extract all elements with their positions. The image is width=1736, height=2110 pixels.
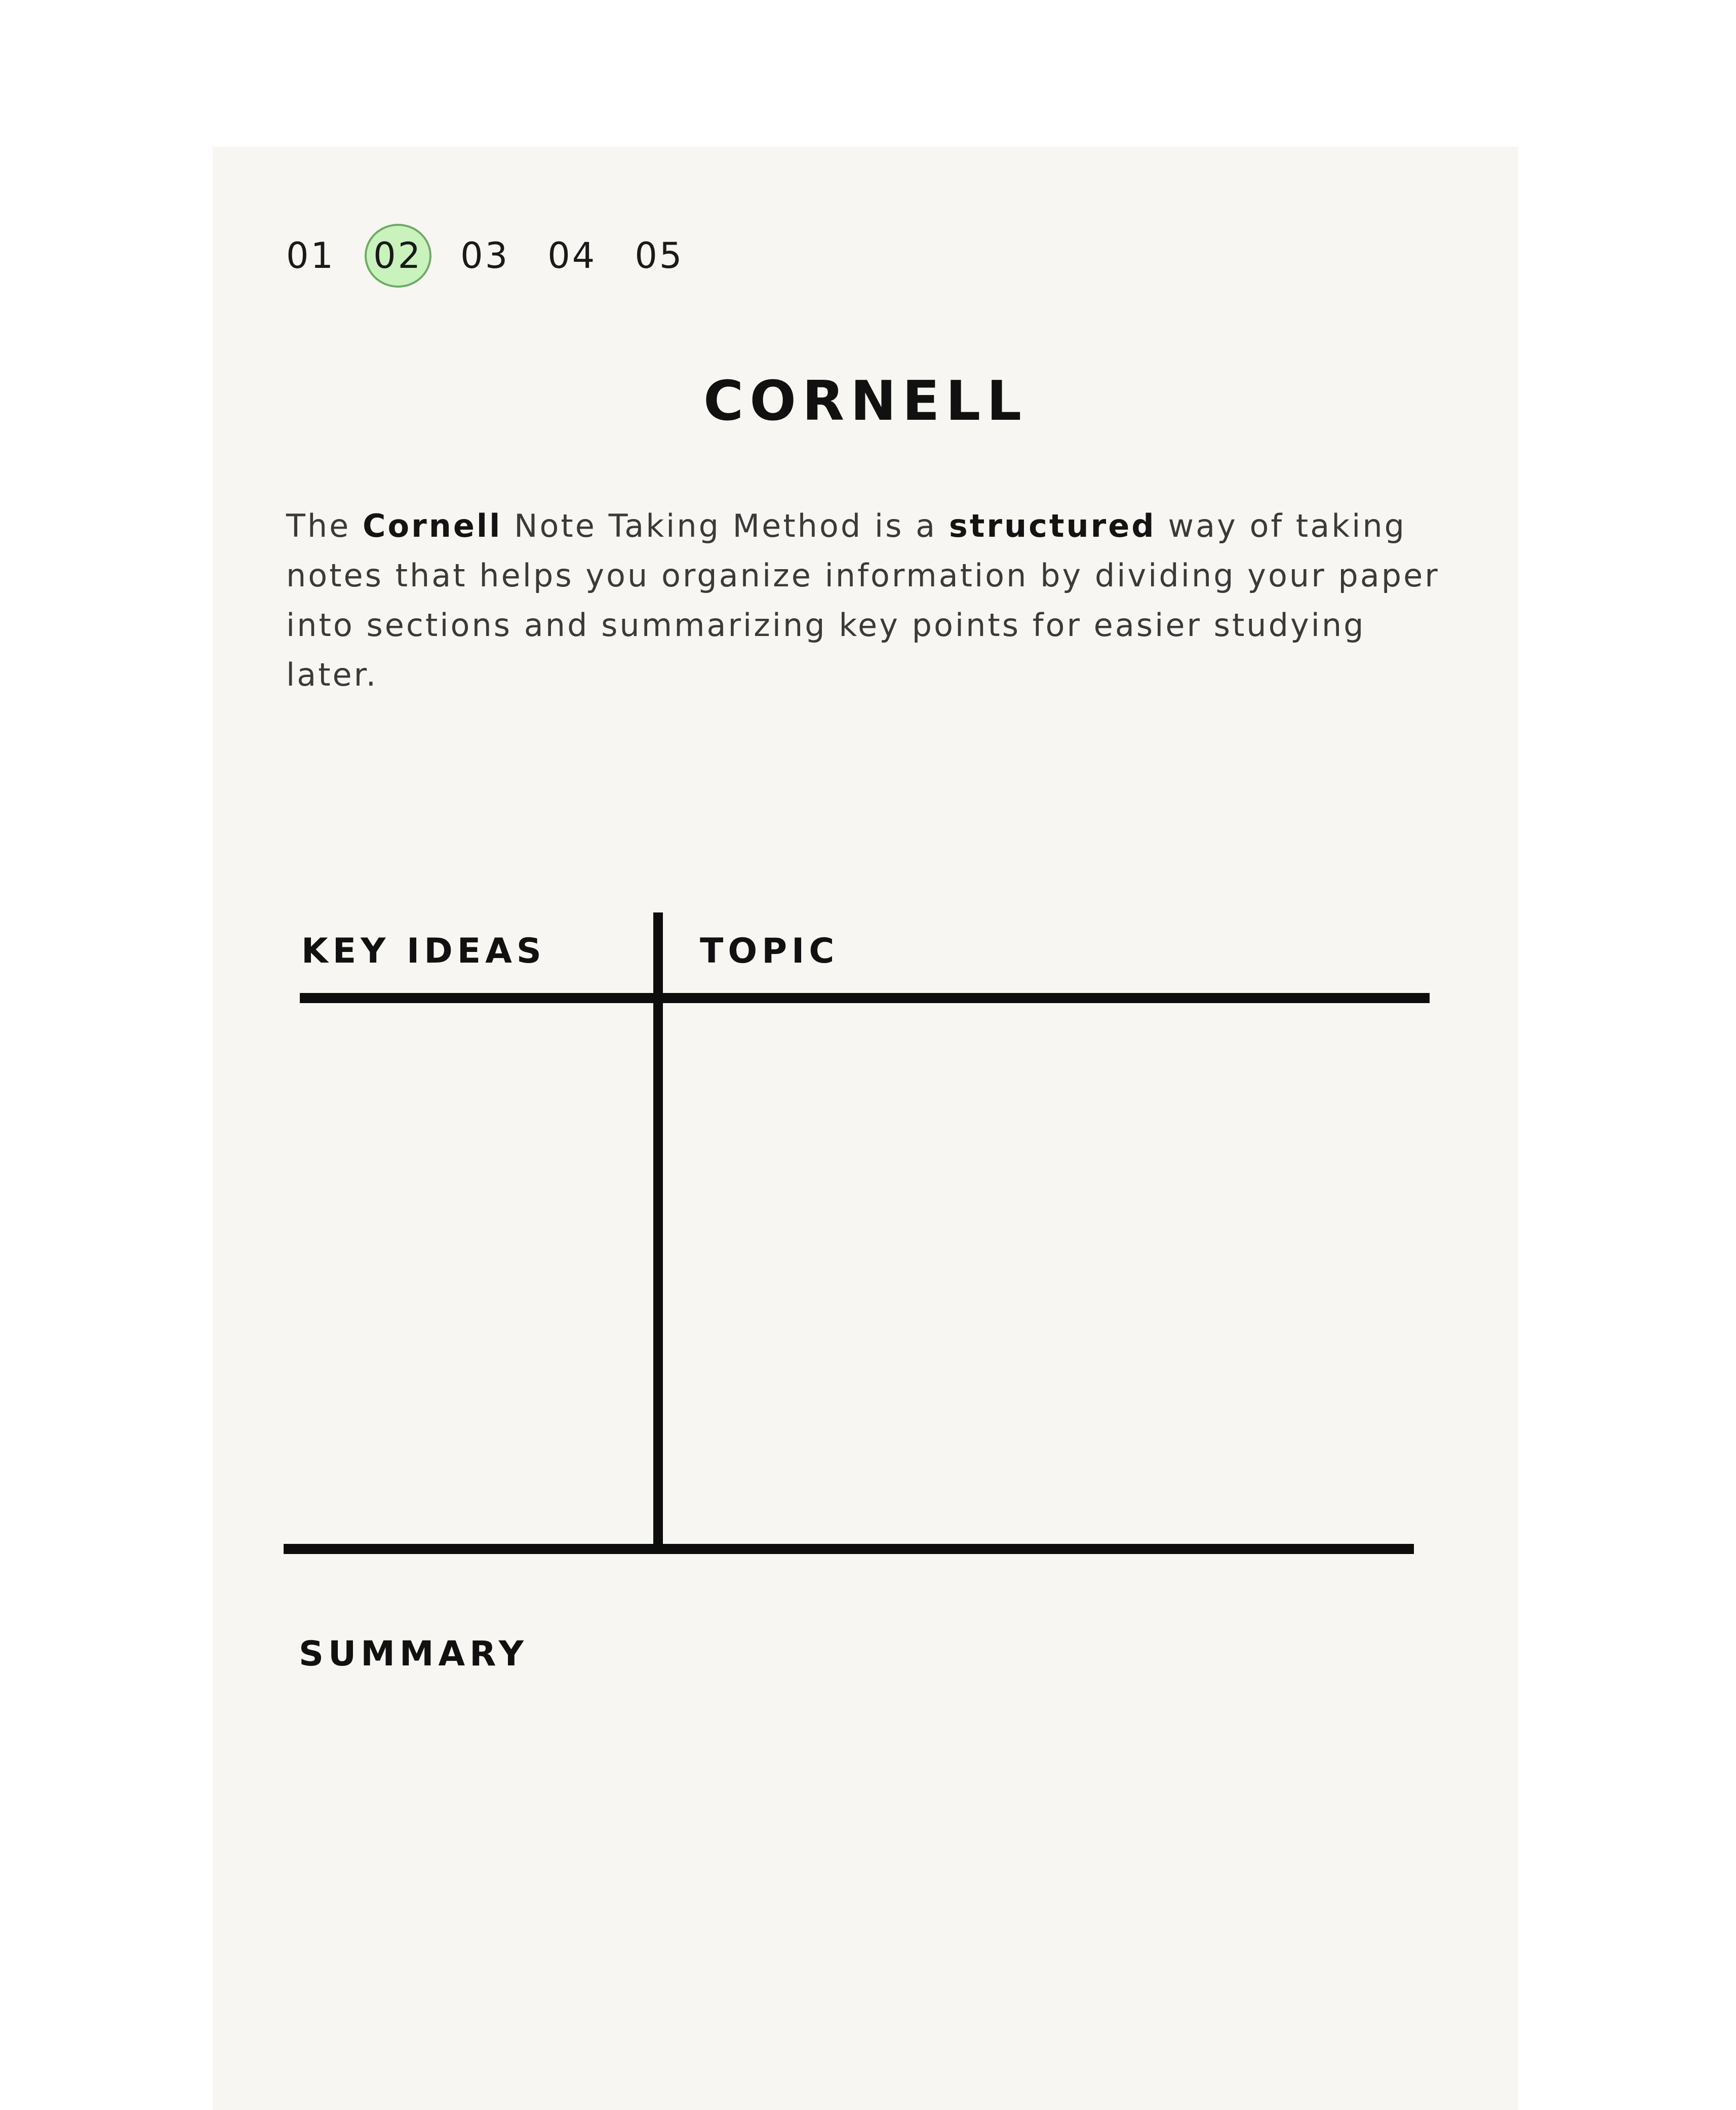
- desc-bold-cornell: Cornell: [363, 507, 502, 544]
- desc-bold-structured: structured: [949, 507, 1156, 544]
- page-pagination: 01 02 03 04 05: [286, 223, 722, 289]
- cornell-card: 01 02 03 04 05 CORNELL The Cornell Note …: [213, 147, 1518, 2110]
- page-link-01[interactable]: 01: [286, 238, 335, 273]
- page-link-03[interactable]: 03: [460, 238, 509, 273]
- page-link-02-active[interactable]: 02: [373, 238, 422, 273]
- method-description: The Cornell Note Taking Method is a stru…: [286, 501, 1466, 700]
- page-link-05[interactable]: 05: [635, 238, 684, 273]
- summary-divider-line: [284, 1544, 1414, 1554]
- column-divider-line: [653, 912, 663, 1553]
- summary-label: SUMMARY: [299, 1634, 529, 1674]
- desc-text-2: Note Taking Method is a: [502, 507, 949, 544]
- header-divider-line: [300, 993, 1430, 1003]
- key-ideas-label: KEY IDEAS: [301, 931, 546, 971]
- page-link-04[interactable]: 04: [547, 238, 597, 273]
- page-title: CORNELL: [703, 370, 1028, 433]
- topic-label: TOPIC: [700, 931, 839, 971]
- desc-text-1: The: [286, 507, 363, 544]
